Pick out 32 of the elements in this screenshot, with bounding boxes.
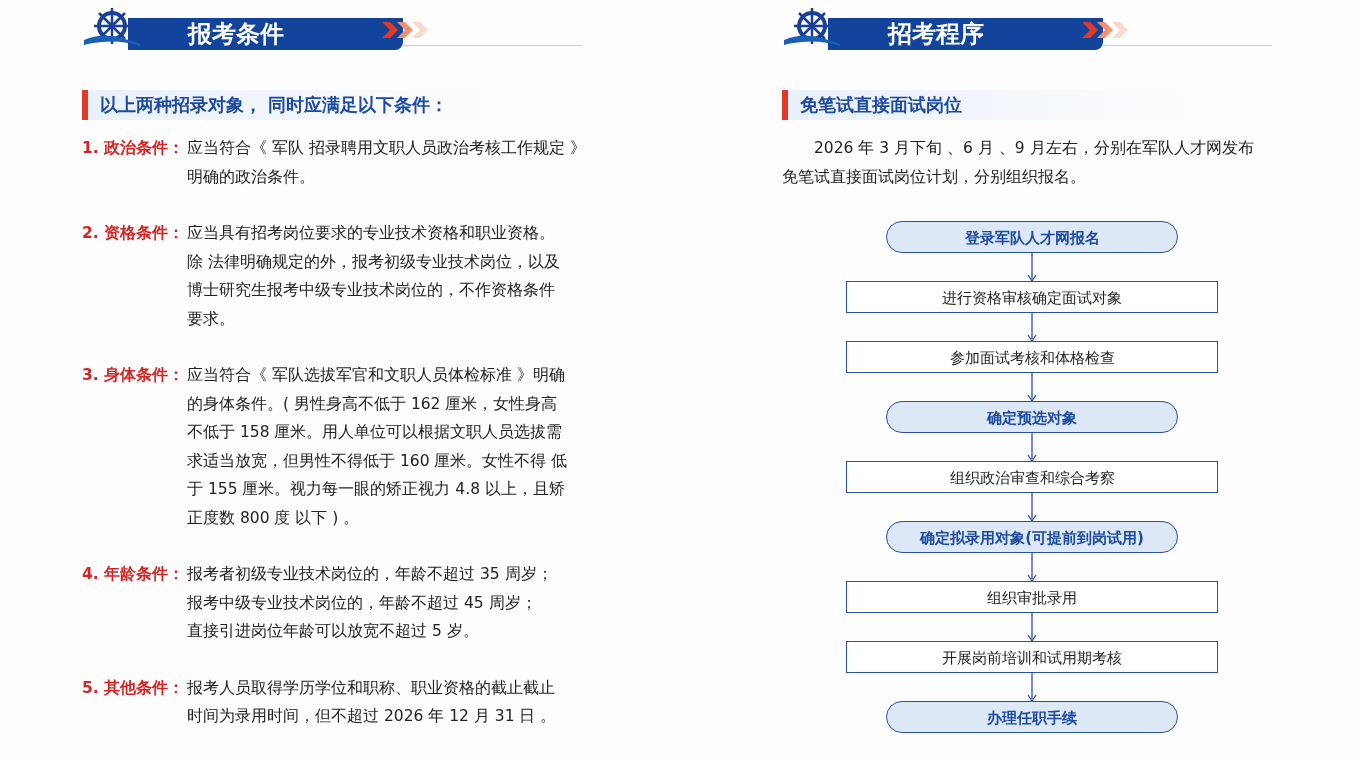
condition-label: 3. 身体条件： xyxy=(82,365,186,386)
chevrons-icon xyxy=(1082,22,1130,38)
section-title: 报考条件 xyxy=(128,18,403,50)
condition-text: 报考者初级专业技术岗位的，年龄不超过 35 周岁； 报考中级专业技术岗位的，年龄不超过 45 周岁； 直接引进岗位年龄可以放宽不超过 5 岁。 xyxy=(187,564,554,642)
flow-step: 确定拟录用对象(可提前到岗试用) xyxy=(886,521,1178,553)
arrow-icon xyxy=(1027,253,1037,281)
flow-step: 组织政治审查和综合考察 xyxy=(846,461,1218,493)
arrow-icon xyxy=(1027,373,1037,401)
flow-step: 登录军队人才网报名 xyxy=(886,221,1178,253)
arrow-icon xyxy=(1027,493,1037,521)
condition-text: 报考人员取得学历学位和职称、职业资格的截止截止 时间为录用时间，但不超过 2026 年 12 月 31 日 。 xyxy=(187,677,558,727)
flow-step: 组织审批录用 xyxy=(846,581,1218,613)
condition-label: 4. 年龄条件： xyxy=(82,564,186,585)
arrow-icon xyxy=(1027,613,1037,641)
condition-text: 应当具有招考岗位要求的专业技术资格和职业资格。 除 法律明确规定的外，报考初级专业技术岗位，以及 博士研究生报考中级专业技术岗位的，不作资格条件 要求。 xyxy=(187,223,561,330)
flow-step: 进行资格审核确定面试对象 xyxy=(846,281,1218,313)
chevrons-icon xyxy=(382,22,430,38)
flow-step: 确定预选对象 xyxy=(886,401,1178,433)
arrow-icon xyxy=(1027,553,1037,581)
condition-text: 应当符合《 军队 招录聘用文职人员政治考核工作规定 》 明确的政治条件。 xyxy=(187,138,587,188)
section-title: 招考程序 xyxy=(828,18,1103,50)
arrow-icon xyxy=(1027,433,1037,461)
flow-step: 参加面试考核和体格检查 xyxy=(846,341,1218,373)
condition-label: 2. 资格条件： xyxy=(82,223,186,244)
flow-step: 开展岗前培训和试用期考核 xyxy=(846,641,1218,673)
condition-text: 应当符合《 军队选拔军官和文职人员体检标准 》明确 的身体条件。( 男性身高不低于 162 厘米，女性身高 不低于 158 厘米。用人单位可以根据文职人员选拔需 求适当放宽，但男性不得低于 160 厘米。女性不得 低 于 155 厘米。视力每一眼的矫正视力 4.8 以上，且矫 正度数 800 度 以下 ) 。 xyxy=(187,365,569,529)
condition-label: 5. 其他条件： xyxy=(82,677,186,699)
flow-step: 办理任职手续 xyxy=(886,701,1178,733)
condition-label: 1. 政治条件： xyxy=(82,138,186,159)
arrow-icon xyxy=(1027,313,1037,341)
intro-paragraph: 2026 年 3 月下旬 、6 月 、9 月左右，分别在军队人才网发布 免笔试直接面试岗位计划，分别组织报名。 xyxy=(782,138,1255,188)
arrow-icon xyxy=(1027,673,1037,701)
